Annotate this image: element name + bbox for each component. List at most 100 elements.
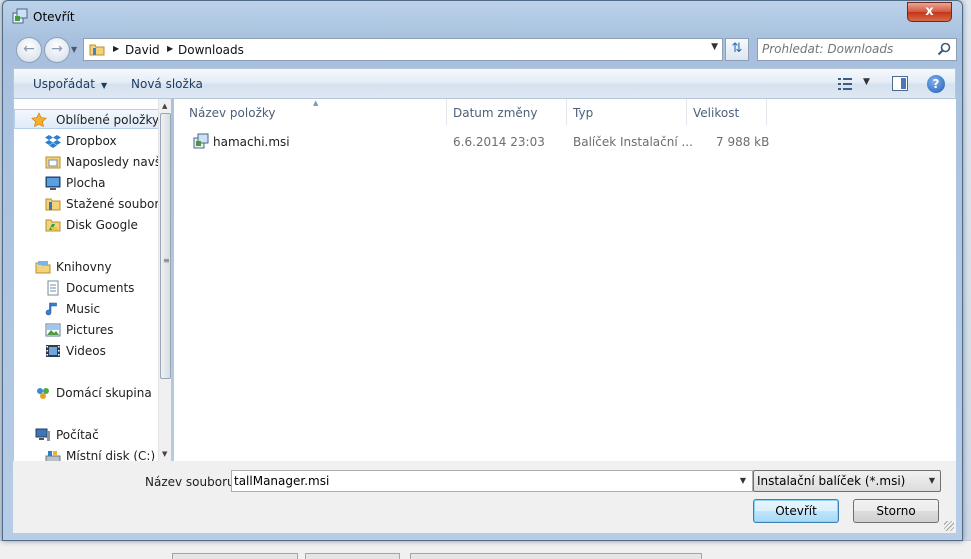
grip-icon: ≡ [163,256,170,265]
help-icon[interactable]: ? [927,75,945,93]
open-button[interactable]: Otevřít [753,499,839,523]
nav-homegroup[interactable]: Domácí skupina [14,383,159,403]
chevron-down-icon: ▼ [928,476,935,485]
new-folder-button[interactable]: Nová složka [131,77,203,91]
recent-places-icon [45,156,61,169]
scroll-up-icon[interactable]: ▲ [162,102,167,110]
videos-icon [46,345,60,357]
scrollbar-thumb[interactable]: ≡ [160,113,171,379]
nav-item-google-drive[interactable]: Disk Google [14,215,159,235]
filename-input[interactable] [234,474,724,488]
column-label: Název položky [189,106,276,120]
nav-label: Domácí skupina [56,386,152,400]
file-type-select[interactable]: Instalační balíček (*.msi) ▼ [753,470,941,492]
chevron-down-icon[interactable]: ▼ [740,476,746,485]
pictures-icon [45,323,61,337]
preview-pane-icon[interactable] [892,76,908,91]
nav-libraries[interactable]: Knihovny [14,257,159,277]
installer-package-icon [193,133,209,149]
file-row[interactable]: hamachi.msi 6.6.2014 23:03 Balíček Insta… [184,130,774,152]
nav-favorites[interactable]: Oblíbené položky [14,109,159,129]
file-type: Balíček Instalační ... [573,135,693,149]
arrow-right-icon: → [51,41,63,57]
open-file-dialog: Otevřít x ← → ▼ ▶ David ▶ Downloads ▼ ⇅ … [2,0,963,541]
chevron-down-icon: ▼ [100,81,108,90]
address-bar[interactable]: ▶ David ▶ Downloads ▼ [83,38,723,61]
search-box[interactable] [757,38,957,61]
libraries-icon [35,261,51,274]
command-bar: Uspořádat ▼ Nová složka ▼ ? [13,68,956,99]
scroll-down-icon[interactable]: ▼ [162,450,167,458]
folder-icon [89,44,105,56]
nav-label: Oblíbené položky [56,113,160,127]
desktop-icon [45,176,61,190]
chevron-down-icon[interactable]: ▼ [711,42,718,52]
filename-combobox[interactable]: ▼ [231,470,753,492]
nav-label: Disk Google [66,218,138,232]
column-header-type[interactable]: Typ [567,99,687,125]
chevron-right-icon[interactable]: ▶ [167,44,173,53]
refresh-button[interactable]: ⇅ [725,38,749,61]
search-icon[interactable] [937,42,951,56]
nav-item-documents[interactable]: Documents [14,278,159,298]
search-input[interactable] [762,42,932,56]
file-name: hamachi.msi [213,135,290,149]
nav-item-music[interactable]: Music [14,299,159,319]
cancel-button[interactable]: Storno [853,499,939,523]
breadcrumb-downloads[interactable]: Downloads [178,43,244,57]
close-button[interactable]: x [907,2,952,22]
arrow-left-icon: ← [23,41,35,57]
background-statusbar [0,540,971,559]
column-label: Typ [573,106,594,120]
nav-label: Naposledy navšt [66,155,166,169]
column-header-date[interactable]: Datum změny [447,99,567,125]
nav-label: Pictures [66,323,114,337]
nav-item-local-disk[interactable]: Místní disk (C:) [14,446,159,461]
filename-label: Název souboru: [145,475,239,489]
refresh-icon: ⇅ [731,41,743,56]
installer-icon [12,8,28,24]
nav-label: Videos [66,344,106,358]
nav-item-videos[interactable]: Videos [14,341,159,361]
nav-item-recent-places[interactable]: Naposledy navšt [14,152,166,172]
navigation-scrollbar[interactable]: ▲ ≡ ▼ [158,99,171,461]
organize-button[interactable]: Uspořádat ▼ [33,77,107,91]
music-icon [45,302,57,316]
nav-label: Plocha [66,176,106,190]
recent-locations-dropdown[interactable]: ▼ [71,45,77,54]
star-icon [31,112,47,128]
documents-icon [47,280,59,296]
nav-label: Knihovny [56,260,112,274]
computer-icon [35,428,50,441]
nav-item-desktop[interactable]: Plocha [14,173,159,193]
forward-button[interactable]: → [44,37,70,63]
google-drive-folder-icon [45,219,61,232]
view-details-icon[interactable] [837,77,853,91]
background-control [410,553,702,559]
dropbox-icon [45,135,61,148]
background-control [305,553,400,559]
file-size: 7 988 kB [716,135,770,149]
file-type-value: Instalační balíček (*.msi) [757,474,906,488]
nav-label: Místní disk (C:) [66,449,156,461]
column-header-size[interactable]: Velikost [687,99,767,125]
back-button[interactable]: ← [16,37,42,63]
column-label: Datum změny [453,106,538,120]
nav-item-dropbox[interactable]: Dropbox [14,131,159,151]
navigation-pane: Oblíbené položky Dropbox Naposledy navšt… [13,99,171,461]
background-control [172,553,298,559]
chevron-right-icon[interactable]: ▶ [113,44,119,53]
nav-item-pictures[interactable]: Pictures [14,320,159,340]
nav-computer[interactable]: Počítač [14,425,159,445]
nav-label: Documents [66,281,135,295]
title-bar: Otevřít x [3,1,962,29]
chevron-down-icon[interactable]: ▼ [863,77,870,87]
homegroup-icon [37,388,49,399]
downloads-folder-icon [45,198,61,211]
nav-item-downloads[interactable]: Stažené soubory [14,194,166,214]
file-list: Název položky ▲ Datum změny Typ Velikost… [174,99,956,461]
nav-label: Počítač [56,428,99,442]
breadcrumb-david[interactable]: David [125,43,160,57]
dialog-footer: Název souboru: ▼ Instalační balíček (*.m… [13,461,956,533]
resize-grip[interactable] [944,521,954,531]
